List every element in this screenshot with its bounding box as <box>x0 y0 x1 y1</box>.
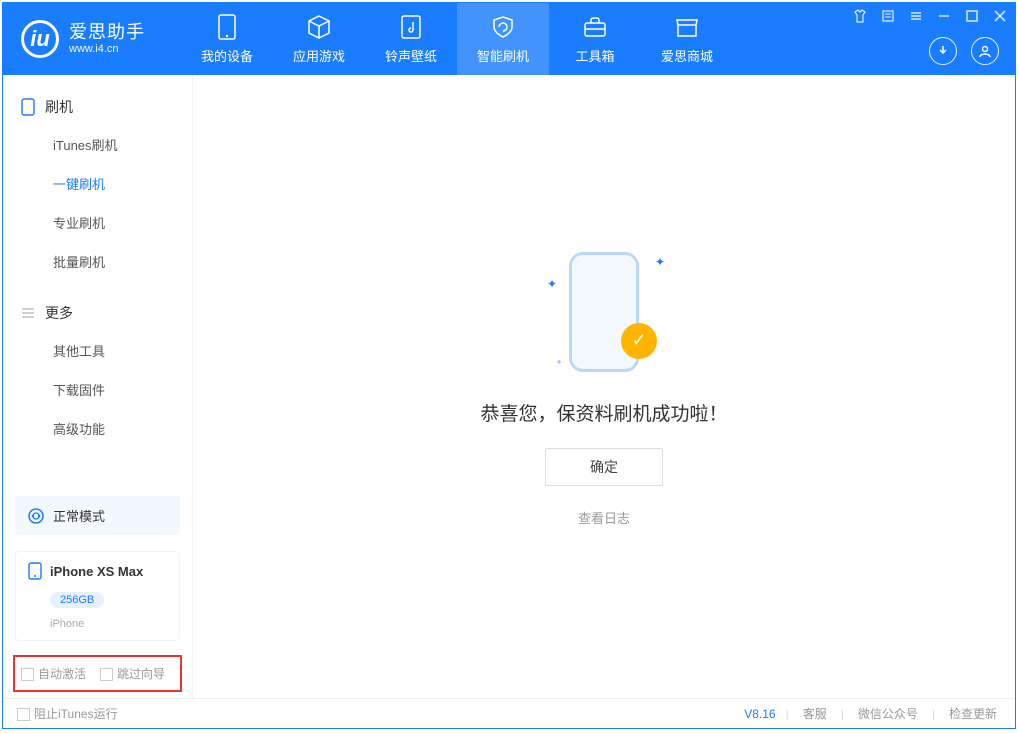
nav-toolbox[interactable]: 工具箱 <box>549 3 641 75</box>
sidebar-item-oneclick-flash[interactable]: 一键刷机 <box>3 164 192 203</box>
cube-icon <box>306 14 332 40</box>
sidebar-item-batch-flash[interactable]: 批量刷机 <box>3 242 192 281</box>
brand-url: www.i4.cn <box>69 43 145 56</box>
sidebar-item-itunes-flash[interactable]: iTunes刷机 <box>3 125 192 164</box>
sidebar-item-pro-flash[interactable]: 专业刷机 <box>3 203 192 242</box>
sparkle-icon: • <box>557 355 561 369</box>
sidebar-group-title: 刷机 <box>45 97 73 117</box>
mode-label: 正常模式 <box>53 506 105 525</box>
nav-my-device[interactable]: 我的设备 <box>181 3 273 75</box>
close-button[interactable] <box>993 9 1007 23</box>
version-label: V8.16 <box>744 707 775 721</box>
note-icon[interactable] <box>881 9 895 23</box>
nav-ringtones-wallpapers[interactable]: 铃声壁纸 <box>365 3 457 75</box>
sidebar: 刷机 iTunes刷机 一键刷机 专业刷机 批量刷机 更多 其他工具 下载固件 … <box>3 75 193 698</box>
mode-box[interactable]: 正常模式 <box>15 496 180 535</box>
music-file-icon <box>398 14 424 40</box>
nav-label: 智能刷机 <box>477 46 529 65</box>
logo-area: iu 爱思助手 www.i4.cn <box>3 20 163 58</box>
device-box[interactable]: iPhone XS Max 256GB iPhone <box>15 551 180 641</box>
user-button[interactable] <box>971 37 999 65</box>
success-illustration: ✦ ✦ • ✓ <box>539 247 669 377</box>
list-icon <box>21 306 35 320</box>
customer-service-link[interactable]: 客服 <box>799 705 831 722</box>
download-button[interactable] <box>929 37 957 65</box>
check-update-link[interactable]: 检查更新 <box>945 705 1001 722</box>
logo-icon: iu <box>21 20 59 58</box>
checkmark-badge-icon: ✓ <box>621 323 657 359</box>
nav-smart-flash[interactable]: 智能刷机 <box>457 3 549 75</box>
nav-label: 工具箱 <box>575 46 614 65</box>
refresh-shield-icon <box>490 14 516 40</box>
sidebar-item-download-firmware[interactable]: 下载固件 <box>3 370 192 409</box>
tshirt-icon[interactable] <box>853 9 867 23</box>
store-icon <box>674 14 700 40</box>
nav-label: 应用游戏 <box>293 46 345 65</box>
device-type: iPhone <box>50 618 84 630</box>
sidebar-group-flash: 刷机 <box>3 89 192 125</box>
wechat-link[interactable]: 微信公众号 <box>854 705 922 722</box>
nav-label: 铃声壁纸 <box>385 46 437 65</box>
statusbar: 阻止iTunes运行 V8.16 | 客服 | 微信公众号 | 检查更新 <box>3 698 1015 728</box>
view-log-link[interactable]: 查看日志 <box>578 508 630 527</box>
nav-store[interactable]: 爱思商城 <box>641 3 733 75</box>
nav-label: 爱思商城 <box>661 46 713 65</box>
toolbox-icon <box>582 14 608 40</box>
sidebar-item-advanced[interactable]: 高级功能 <box>3 409 192 448</box>
phone-outline-icon <box>21 98 35 116</box>
nav-label: 我的设备 <box>201 46 253 65</box>
ok-button[interactable]: 确定 <box>545 448 663 486</box>
nav-apps-games[interactable]: 应用游戏 <box>273 3 365 75</box>
sidebar-item-other-tools[interactable]: 其他工具 <box>3 331 192 370</box>
titlebar: iu 爱思助手 www.i4.cn 我的设备 应用游戏 铃声壁纸 智能刷机 <box>3 3 1015 75</box>
menu-icon[interactable] <box>909 9 923 23</box>
sparkle-icon: ✦ <box>655 255 665 269</box>
device-storage-badge: 256GB <box>50 592 104 608</box>
phone-icon <box>214 14 240 40</box>
device-name: iPhone XS Max <box>50 564 143 579</box>
main-content: ✦ ✦ • ✓ 恭喜您，保资料刷机成功啦！ 确定 查看日志 <box>193 75 1015 698</box>
minimize-button[interactable] <box>937 9 951 23</box>
sparkle-icon: ✦ <box>547 277 557 291</box>
options-highlight-box: 自动激活 跳过向导 <box>13 655 182 692</box>
sidebar-group-more: 更多 <box>3 295 192 331</box>
maximize-button[interactable] <box>965 9 979 23</box>
sidebar-group-title: 更多 <box>45 303 73 323</box>
success-message: 恭喜您，保资料刷机成功啦！ <box>480 399 727 426</box>
checkbox-block-itunes[interactable]: 阻止iTunes运行 <box>17 705 118 722</box>
device-icon <box>28 562 42 580</box>
checkbox-auto-activate[interactable]: 自动激活 <box>21 665 86 682</box>
sync-icon <box>27 507 45 525</box>
brand-name: 爱思助手 <box>69 22 145 44</box>
checkbox-skip-wizard[interactable]: 跳过向导 <box>100 665 165 682</box>
